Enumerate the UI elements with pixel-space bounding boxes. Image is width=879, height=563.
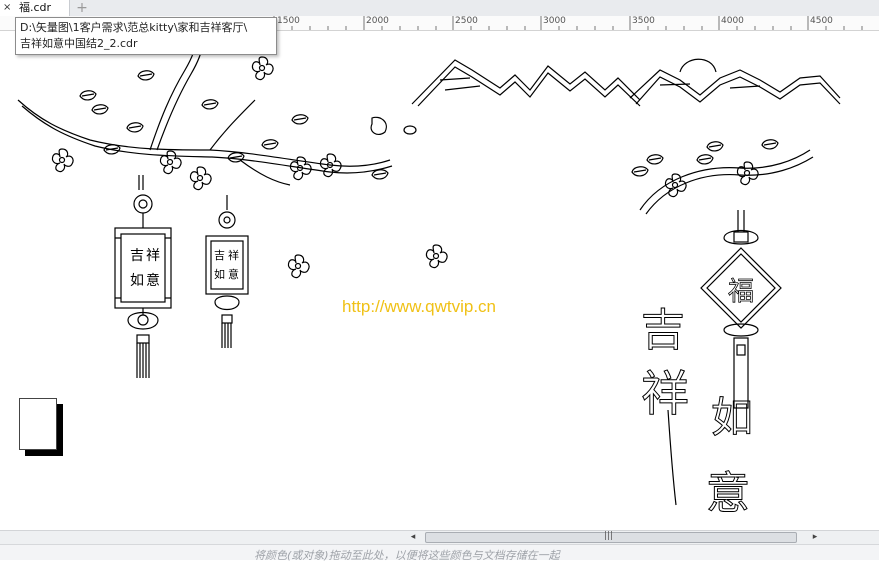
- scrollbar-thumb[interactable]: |||: [425, 531, 797, 543]
- lantern-right-char: 吉: [214, 249, 225, 262]
- lantern-left-char: 意: [146, 272, 160, 289]
- calligraphy-char-xiang: 祥: [641, 366, 689, 422]
- mountain-range: [411, 58, 841, 107]
- palette-hint-text: 将颜色(或对象)拖动至此处，以便将这些颜色与文档存储在一起: [254, 549, 560, 562]
- ruler-label: 2500: [455, 16, 478, 26]
- page-thumbnail[interactable]: [19, 398, 57, 450]
- fu-pendant: [700, 210, 782, 409]
- horizontal-scrollbar[interactable]: ◂ ||| ▸: [0, 530, 879, 544]
- tooltip-path-line: D:\矢量图\1客户需求\范总kitty\家和吉祥客厅\: [20, 21, 248, 34]
- scrollbar-grip-icon: |||: [604, 531, 614, 541]
- drawing-canvas[interactable]: 吉 祥 如 意 吉 祥 如 意 福 吉 祥 如 意 http://www.qwt…: [0, 31, 879, 530]
- scroll-left-icon[interactable]: ◂: [406, 531, 420, 544]
- calligraphy-char-yi: 意: [706, 468, 750, 519]
- document-tab-bar: × 福.cdr +: [0, 0, 879, 17]
- document-palette-bar[interactable]: 将颜色(或对象)拖动至此处，以便将这些颜色与文档存储在一起: [0, 544, 879, 562]
- new-tab-icon[interactable]: +: [74, 1, 90, 15]
- calligraphy-char-ji: 吉: [641, 305, 685, 356]
- lantern-right-char: 祥: [228, 248, 239, 262]
- lantern-left-char: 吉: [130, 248, 144, 264]
- file-path-tooltip: D:\矢量图\1客户需求\范总kitty\家和吉祥客厅\ 吉祥如意中国结2_2.…: [15, 17, 277, 55]
- lantern-left-char: 祥: [146, 248, 160, 264]
- ruler-label: 2000: [366, 16, 389, 26]
- document-tab-title: 福.cdr: [19, 1, 52, 14]
- scroll-right-icon[interactable]: ▸: [808, 531, 822, 544]
- lantern-right-char: 意: [228, 267, 239, 281]
- document-tab[interactable]: × 福.cdr: [0, 0, 70, 16]
- plum-branch-left: [17, 39, 417, 191]
- plum-branch-right: [631, 139, 814, 215]
- calligraphy-stroke: [667, 409, 677, 506]
- artwork: 吉 祥 如 意 吉 祥 如 意 福 吉 祥 如 意: [17, 39, 841, 520]
- watermark-url: http://www.qwtvip.cn: [342, 297, 497, 316]
- fu-character: 福: [728, 277, 754, 307]
- tooltip-file-line: 吉祥如意中国结2_2.cdr: [20, 37, 138, 50]
- ruler-label: 1500: [277, 16, 300, 26]
- ruler-label: 3500: [632, 16, 655, 26]
- ruler-label: 4500: [810, 16, 833, 26]
- knot-lantern-right: [205, 195, 249, 348]
- ruler-label: 3000: [543, 16, 566, 26]
- lantern-right-char: 如: [214, 267, 225, 281]
- ruler-label: 4000: [721, 16, 744, 26]
- close-tab-icon[interactable]: ×: [3, 0, 11, 16]
- lantern-left-char: 如: [130, 273, 144, 289]
- calligraphy-char-ru: 如: [711, 393, 753, 442]
